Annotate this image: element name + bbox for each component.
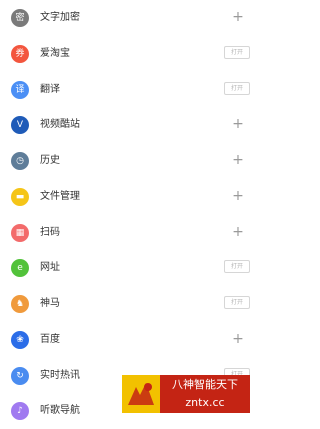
browser-icon: e xyxy=(11,259,29,277)
open-button[interactable]: 打开 xyxy=(224,46,250,59)
list-item-label: 爱淘宝 xyxy=(40,48,70,59)
folder-icon: ▬ xyxy=(11,188,29,206)
open-button[interactable]: 打开 xyxy=(224,82,250,95)
translate-icon: 译 xyxy=(11,81,29,99)
open-button[interactable]: 打开 xyxy=(224,260,250,273)
list-item[interactable]: ❀ 百度 + xyxy=(0,322,262,358)
list-item-label: 历史 xyxy=(40,155,60,166)
video-icon: V xyxy=(11,116,29,134)
add-button[interactable]: + xyxy=(231,223,245,241)
qr-scan-icon: ▦ xyxy=(11,224,29,242)
list-item-label: 扫码 xyxy=(40,227,60,238)
list-item[interactable]: 密文字加密 + xyxy=(0,0,262,36)
music-icon: ♪ xyxy=(11,402,29,420)
list-item-label: 翻译 xyxy=(40,84,60,95)
watermark-logo xyxy=(122,375,160,413)
watermark-text: 八神智能天下 xyxy=(172,378,238,391)
list-item[interactable]: ◷ 历史 + xyxy=(0,143,262,179)
watermark: 八神智能天下 zntx.cc xyxy=(122,375,250,413)
list-item-label: 网址 xyxy=(40,262,60,273)
refresh-icon: ↻ xyxy=(11,367,29,385)
list-item[interactable]: ▬ 文件管理 + xyxy=(0,179,262,215)
list-item-label: 文字加密 xyxy=(40,12,80,23)
add-button[interactable]: + xyxy=(231,330,245,348)
list-item[interactable]: 券爱淘宝 打开 xyxy=(0,36,262,72)
watermark-url: zntx.cc xyxy=(185,396,225,409)
open-button[interactable]: 打开 xyxy=(224,296,250,309)
add-button[interactable]: + xyxy=(231,115,245,133)
list-item-label: 实时热讯 xyxy=(40,370,80,381)
shenma-icon: ♞ xyxy=(11,295,29,313)
list-item[interactable]: 译翻译 打开 xyxy=(0,72,262,108)
list-item-label: 文件管理 xyxy=(40,191,80,202)
list-item[interactable]: ♞ 神马 打开 xyxy=(0,286,262,322)
list-item-label: 听歌导航 xyxy=(40,405,80,416)
add-button[interactable]: + xyxy=(231,187,245,205)
add-button[interactable]: + xyxy=(231,151,245,169)
lock-icon: 密 xyxy=(11,9,29,27)
taobao-icon: 券 xyxy=(11,45,29,63)
list-item[interactable]: e 网址 打开 xyxy=(0,250,262,286)
list-item[interactable]: ▦ 扫码 + xyxy=(0,215,262,251)
add-button[interactable]: + xyxy=(231,8,245,26)
list-item-label: 神马 xyxy=(40,298,60,309)
list-item-label: 百度 xyxy=(40,334,60,345)
baidu-paw-icon: ❀ xyxy=(11,331,29,349)
clock-icon: ◷ xyxy=(11,152,29,170)
list-item-label: 视频酷站 xyxy=(40,119,80,130)
list-item[interactable]: V 视频酷站 + xyxy=(0,107,262,143)
